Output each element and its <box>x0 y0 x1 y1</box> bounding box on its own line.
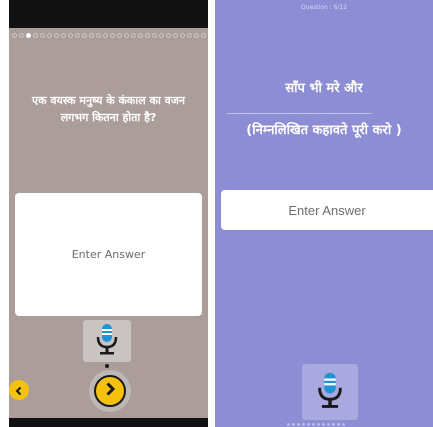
progress-dot <box>60 33 66 38</box>
mic-button[interactable] <box>83 320 131 362</box>
progress-dot <box>165 33 171 38</box>
question-line-2: (निम्नलिखित कहावते पूरी करो ) <box>246 123 402 138</box>
progress-dot <box>151 33 157 38</box>
question-line-1: साँप भी मरे और <box>285 81 363 96</box>
recording-indicator <box>105 364 109 368</box>
progress-dot <box>102 33 108 38</box>
progress-dot <box>172 33 178 38</box>
chevron-left-icon <box>14 381 24 400</box>
progress-dot <box>95 33 101 38</box>
progress-dot <box>74 33 80 38</box>
progress-dot <box>18 33 24 38</box>
answer-placeholder: Enter Answer <box>288 202 366 218</box>
progress-dot <box>123 33 129 38</box>
progress-dot <box>130 33 136 38</box>
progress-dot <box>39 33 45 38</box>
progress-dot <box>81 33 87 38</box>
progress-dot <box>144 33 150 38</box>
progress-dots <box>9 33 208 38</box>
question-blank: ____________________ <box>227 100 372 114</box>
answer-placeholder: Enter Answer <box>71 248 146 261</box>
answer-input[interactable]: Enter Answer <box>15 193 202 316</box>
progress-dot-active <box>25 33 31 38</box>
progress-dot <box>158 33 164 38</box>
next-button-inner <box>94 375 126 407</box>
microphone-icon <box>315 371 345 413</box>
progress-dot <box>88 33 94 38</box>
progress-dots <box>287 423 377 426</box>
progress-dot <box>32 33 38 38</box>
left-screen: एक वयस्क मनुष्य के कंकाल का वजन लगभग कित… <box>9 0 208 427</box>
previous-button[interactable] <box>9 380 29 400</box>
progress-dot <box>67 33 73 38</box>
progress-dot <box>200 33 206 38</box>
question-text: एक वयस्क मनुष्य के कंकाल का वजन लगभग कित… <box>31 94 186 124</box>
progress-dot <box>137 33 143 38</box>
status-bar <box>9 0 208 28</box>
mic-button[interactable] <box>302 364 358 420</box>
microphone-icon <box>94 323 120 359</box>
right-screen: Question : 6/12 साँप भी मरे और _________… <box>215 0 433 427</box>
progress-dot <box>53 33 59 38</box>
nav-bar <box>9 418 208 427</box>
question-number: Question : 6/12 <box>300 4 348 11</box>
progress-dot <box>116 33 122 38</box>
progress-dot <box>11 33 17 38</box>
progress-dot <box>46 33 52 38</box>
progress-dot <box>193 33 199 38</box>
next-button[interactable] <box>89 370 131 412</box>
answer-input[interactable]: Enter Answer <box>221 190 433 230</box>
chevron-right-icon <box>102 381 118 401</box>
progress-dot <box>186 33 192 38</box>
progress-dot <box>179 33 185 38</box>
progress-dot <box>109 33 115 38</box>
